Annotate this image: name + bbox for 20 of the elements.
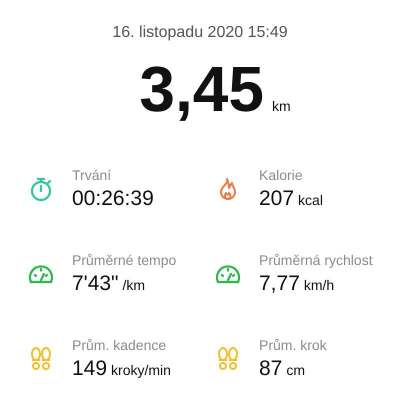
date-time: 16. listopadu 2020 15:49 [111,24,289,42]
stat-value: 00:26:39 [72,186,154,210]
stat-unit: kcal [298,192,323,208]
stat-unit: /km [122,276,146,292]
stat-label: Průměrné tempo [72,252,176,268]
stat-label: Průměrná rychlost [259,252,373,268]
stat-unit: km/h [304,276,334,292]
stat-label: Prům. krok [259,336,327,352]
stat-value: 7'43" [72,272,119,296]
distance-value: 3,45 [139,52,264,126]
stat-value: 7,77 [259,272,300,296]
stat-label: Kalorie [259,166,304,182]
stat-value: 207 [259,186,294,210]
stat-unit: cm [286,362,306,378]
distance-unit: km [272,98,291,114]
stat-value: 149 [72,356,108,380]
stat-value: 87 [259,356,282,380]
stat-unit: kroky/min [111,362,171,378]
stat-label: Prům. kadence [72,336,168,352]
stat-label: Trvání [72,166,112,182]
